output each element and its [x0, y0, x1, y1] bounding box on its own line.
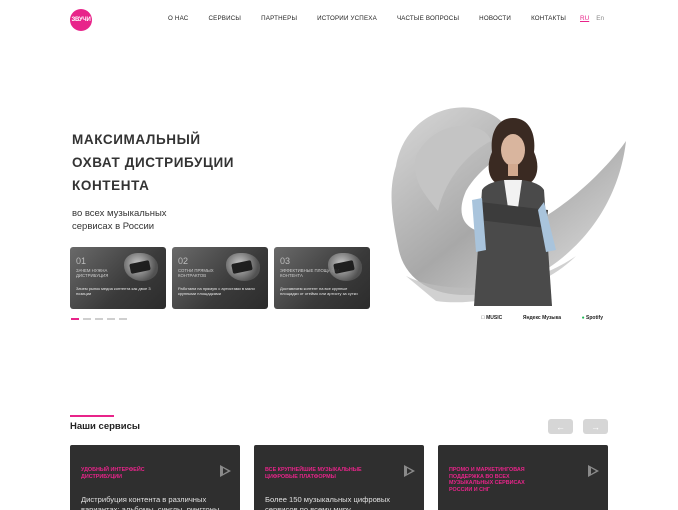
feature-card[interactable]: 01 Зачем нужна дистрибуция Зачем рынок м… — [70, 247, 166, 309]
service-card[interactable]: ПРОМО И МАРКЕТИНГОВАЯ ПОДДЕРЖКА ВО ВСЕХ … — [438, 445, 608, 510]
hero-title-line: МАКСИМАЛЬНЫЙ — [72, 132, 201, 147]
hero-subtitle: во всех музыкальных сервисах в России — [72, 208, 167, 232]
nav-item-services[interactable]: СЕРВИСЫ — [208, 15, 241, 22]
play-logo-icon — [588, 465, 599, 477]
nav-item-about[interactable]: О НАС — [168, 15, 188, 22]
play-logo-icon — [404, 465, 415, 477]
slider-dots — [71, 318, 127, 320]
nav-item-contacts[interactable]: КОНТАКТЫ — [531, 15, 566, 22]
card-description: Доставляем контент на все крупные площад… — [280, 286, 358, 296]
service-card-title: ВСЕ КРУПНЕЙШИЕ МУЗЫКАЛЬНЫЕ ЦИФРОВЫЕ ПЛАТ… — [265, 467, 362, 480]
equipment-image — [226, 253, 260, 281]
service-card-title: УДОБНЫЙ ИНТЕРФЕЙС ДИСТРИБУЦИИ — [81, 467, 145, 480]
hero-title-line: КОНТЕНТА — [72, 178, 150, 193]
logo[interactable]: ЗВУЧИ — [70, 9, 92, 31]
lang-ru[interactable]: RU — [580, 15, 589, 22]
card-description: Зачем рынок медиа контента как двое 3 по… — [76, 286, 151, 296]
service-card[interactable]: УДОБНЫЙ ИНТЕРФЕЙС ДИСТРИБУЦИИ Дистрибуци… — [70, 445, 240, 510]
services-heading: Наши сервисы — [70, 421, 140, 432]
platform-name: Spotify — [586, 315, 603, 321]
slider-dot[interactable] — [83, 318, 91, 320]
service-card-text: Более 150 музыкальных цифровых сервисов … — [265, 495, 391, 510]
nav-item-partners[interactable]: ПАРТНЕРЫ — [261, 15, 297, 22]
feature-card[interactable]: 02 Сотни прямых контрактов Работаем на п… — [172, 247, 268, 309]
language-switcher: RU En — [580, 15, 604, 22]
nav-item-faq[interactable]: ЧАСТЫЕ ВОПРОСЫ — [397, 15, 459, 22]
nav-item-news[interactable]: НОВОСТИ — [479, 15, 511, 22]
spotify-logo: ● Spotify — [581, 315, 603, 321]
artist-photo — [472, 118, 556, 306]
card-description: Работаем на прямую с артистами в мали кр… — [178, 286, 255, 296]
equipment-image — [124, 253, 158, 281]
apple-music-logo:  MUSIC — [481, 315, 502, 321]
section-accent-line — [70, 415, 114, 417]
service-card-text: Дистрибуция контента в различных вариант… — [81, 495, 220, 510]
service-card[interactable]: ВСЕ КРУПНЕЙШИЕ МУЗЫКАЛЬНЫЕ ЦИФРОВЫЕ ПЛАТ… — [254, 445, 424, 510]
arrow-right-icon: → — [591, 421, 600, 432]
platform-name: MUSIC — [481, 315, 502, 321]
service-card-title: ПРОМО И МАРКЕТИНГОВАЯ ПОДДЕРЖКА ВО ВСЕХ … — [449, 467, 525, 493]
next-button[interactable]: → — [583, 419, 608, 434]
prev-button[interactable]: ← — [548, 419, 573, 434]
card-number: 02 — [178, 256, 189, 266]
play-logo-icon — [220, 465, 231, 477]
platform-logos:  MUSIC Яндекс Музыка ● Spotify — [481, 315, 603, 321]
card-number: 03 — [280, 256, 291, 266]
hero-title-line: ОХВАТ ДИСТРИБУЦИИ — [72, 155, 235, 170]
card-number: 01 — [76, 256, 87, 266]
lang-en[interactable]: En — [596, 15, 604, 22]
slider-dot[interactable] — [107, 318, 115, 320]
arrow-left-icon: ← — [556, 421, 565, 432]
slider-dot[interactable] — [71, 318, 79, 320]
feature-cards: 01 Зачем нужна дистрибуция Зачем рынок м… — [70, 247, 370, 309]
slider-dot[interactable] — [119, 318, 127, 320]
main-nav: О НАС СЕРВИСЫ ПАРТНЕРЫ ИСТОРИИ УСПЕХА ЧА… — [168, 15, 586, 22]
feature-card[interactable]: 03 Эффективные площадки контента Доставл… — [274, 247, 370, 309]
nav-item-stories[interactable]: ИСТОРИИ УСПЕХА — [317, 15, 377, 22]
hero-title: МАКСИМАЛЬНЫЙ ОХВАТ ДИСТРИБУЦИИ КОНТЕНТА — [72, 128, 242, 197]
slider-dot[interactable] — [95, 318, 103, 320]
yandex-music-logo: Яндекс Музыка — [520, 315, 561, 321]
equipment-image — [328, 253, 362, 281]
